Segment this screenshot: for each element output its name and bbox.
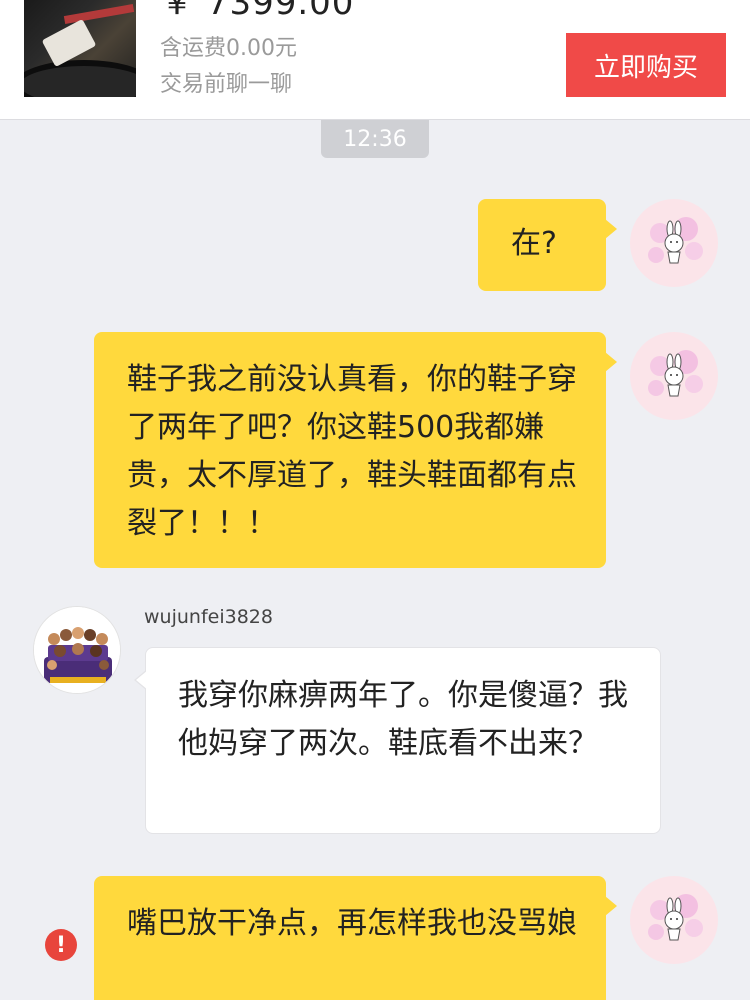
message-bubble-mine[interactable]: 嘴巴放干净点，再怎样我也没骂娘 (94, 876, 617, 1000)
my-avatar[interactable] (630, 876, 718, 964)
bunny-avatar-icon (648, 217, 703, 264)
message-text: 在? (511, 226, 557, 261)
product-shipping: 含运费0.00元 (160, 36, 297, 61)
chat-screen: ￥ 7399.00 含运费0.00元 交易前聊一聊 立即购买 12:36 在? … (0, 0, 750, 1000)
product-chat-prompt: 交易前聊一聊 (160, 72, 293, 97)
sender-username: wujunfei3828 (144, 606, 273, 628)
product-image-stripe (63, 3, 135, 25)
error-icon[interactable]: ! (45, 929, 77, 961)
group-avatar-icon (34, 607, 120, 693)
bunny-avatar-icon (648, 350, 703, 397)
bunny-avatar-icon (648, 894, 703, 941)
message-text: 鞋子我之前没认真看，你的鞋子穿了两年了吧？你这鞋500我都嫌贵，太不厚道了，鞋头… (127, 362, 577, 541)
message-bubble-mine[interactable]: 在? (478, 199, 617, 291)
my-avatar[interactable] (630, 199, 718, 287)
other-user-avatar[interactable] (33, 606, 121, 694)
my-avatar[interactable] (630, 332, 718, 420)
product-image-tire (24, 60, 136, 97)
chat-timestamp: 12:36 (321, 120, 429, 158)
product-price: ￥ 7399.00 (160, 0, 355, 23)
message-text: 嘴巴放干净点，再怎样我也没骂娘 (127, 906, 577, 941)
message-bubble-theirs[interactable]: 我穿你麻痹两年了。你是傻逼？我他妈穿了两次。鞋底看不出来？ (134, 647, 661, 834)
product-header: ￥ 7399.00 含运费0.00元 交易前聊一聊 立即购买 (0, 0, 750, 120)
product-thumbnail[interactable] (24, 0, 136, 97)
message-bubble-mine[interactable]: 鞋子我之前没认真看，你的鞋子穿了两年了吧？你这鞋500我都嫌贵，太不厚道了，鞋头… (94, 332, 617, 568)
message-text: 我穿你麻痹两年了。你是傻逼？我他妈穿了两次。鞋底看不出来？ (178, 678, 628, 761)
buy-now-button[interactable]: 立即购买 (566, 33, 726, 97)
